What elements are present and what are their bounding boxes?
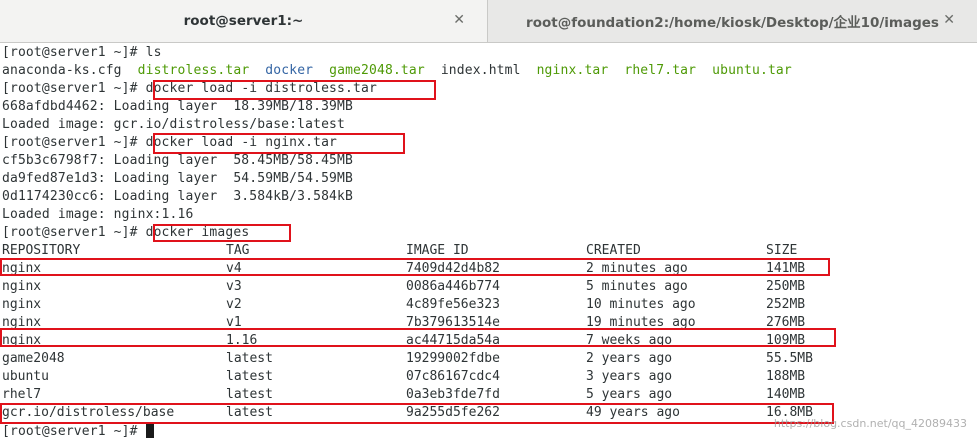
highlight-box-docker-images bbox=[153, 224, 291, 242]
file-entry: game2048.tar bbox=[329, 63, 425, 78]
output-line: cf5b3c6798f7: Loading layer 58.45MB/58.4… bbox=[2, 153, 353, 168]
close-icon[interactable]: ✕ bbox=[453, 12, 465, 28]
output-line: da9fed87e1d3: Loading layer 54.59MB/54.5… bbox=[2, 171, 353, 186]
table-cell: rhel7 bbox=[2, 387, 42, 402]
file-entry: docker bbox=[265, 63, 314, 78]
file-entry: anaconda-ks.cfg bbox=[2, 63, 122, 78]
table-cell: nginx bbox=[2, 297, 42, 312]
table-cell: 19299002fdbe bbox=[406, 351, 500, 366]
file-entry: index.html bbox=[440, 63, 521, 78]
table-cell: game2048 bbox=[2, 351, 65, 366]
table-cell: latest bbox=[226, 351, 273, 366]
highlight-box-nginx-1-16 bbox=[0, 328, 836, 347]
tab-foundation2[interactable]: root@foundation2:/home/kiosk/Desktop/企业1… bbox=[488, 0, 977, 42]
table-cell: 140MB bbox=[766, 387, 806, 402]
table-cell: 0a3eb3fde7fd bbox=[406, 387, 500, 402]
output-line: Loaded image: gcr.io/distroless/base:lat… bbox=[2, 117, 345, 132]
table-cell: 2 years ago bbox=[586, 351, 673, 366]
tab-server1[interactable]: root@server1:~ ✕ bbox=[0, 0, 488, 42]
highlight-box-distroless bbox=[0, 403, 834, 424]
tab-bar: root@server1:~ ✕ root@foundation2:/home/… bbox=[0, 0, 977, 43]
table-cell: 250MB bbox=[766, 279, 806, 294]
prompt-line: [root@server1 ~]# bbox=[2, 422, 154, 440]
highlight-box-load-distroless bbox=[153, 80, 436, 100]
terminal-output[interactable]: [root@server1 ~]# ls anaconda-ks.cfg dis… bbox=[0, 44, 977, 443]
file-entry: rhel7.tar bbox=[624, 63, 697, 78]
table-cell: v2 bbox=[226, 297, 242, 312]
table-cell: 3 years ago bbox=[586, 369, 673, 384]
table-cell: 188MB bbox=[766, 369, 806, 384]
table-cell: 55.5MB bbox=[766, 351, 813, 366]
table-cell: v3 bbox=[226, 279, 242, 294]
table-cell: 252MB bbox=[766, 297, 806, 312]
file-entry: distroless.tar bbox=[137, 63, 250, 78]
file-listing: anaconda-ks.cfg distroless.tar docker ga… bbox=[2, 62, 792, 80]
output-line: 0d1174230cc6: Loading layer 3.584kB/3.58… bbox=[2, 189, 353, 204]
watermark: https://blog.csdn.net/qq_42089433 bbox=[773, 417, 967, 430]
table-cell: latest bbox=[226, 369, 273, 384]
table-cell: 5 minutes ago bbox=[586, 279, 688, 294]
cursor bbox=[145, 422, 154, 438]
table-cell: nginx bbox=[2, 279, 42, 294]
tab-title: root@foundation2:/home/kiosk/Desktop/企业1… bbox=[526, 15, 939, 31]
highlight-box-load-nginx bbox=[153, 133, 405, 154]
close-icon[interactable]: ✕ bbox=[943, 12, 955, 28]
table-cell: 5 years ago bbox=[586, 387, 673, 402]
prompt-line: [root@server1 ~]# ls bbox=[2, 45, 162, 60]
output-line: 668afdbd4462: Loading layer 18.39MB/18.3… bbox=[2, 99, 353, 114]
file-entry: ubuntu.tar bbox=[712, 63, 792, 78]
file-entry: nginx.tar bbox=[536, 63, 609, 78]
table-cell: 10 minutes ago bbox=[586, 297, 696, 312]
table-cell: ubuntu bbox=[2, 369, 49, 384]
output-line: Loaded image: nginx:1.16 bbox=[2, 207, 194, 222]
tab-title: root@server1:~ bbox=[183, 13, 304, 29]
table-cell: 0086a446b774 bbox=[406, 279, 500, 294]
table-cell: 07c86167cdc4 bbox=[406, 369, 500, 384]
highlight-box-nginx-v4 bbox=[0, 258, 830, 276]
table-cell: 4c89fe56e323 bbox=[406, 297, 500, 312]
command-text: ls bbox=[145, 45, 162, 60]
table-cell: latest bbox=[226, 387, 273, 402]
